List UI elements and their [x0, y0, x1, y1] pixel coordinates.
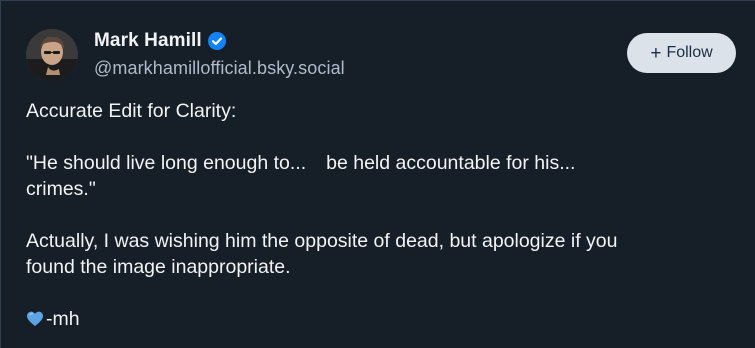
post-line: crimes." — [26, 178, 96, 200]
avatar-photo — [26, 29, 78, 81]
post-text: Accurate Edit for Clarity: "He should li… — [26, 98, 726, 332]
name-row: Mark Hamill — [94, 29, 345, 53]
author-handle[interactable]: @markhamillofficial.bsky.social — [94, 58, 345, 79]
post-line: found the image inappropriate. — [26, 256, 291, 278]
plus-icon: + — [650, 42, 662, 64]
post-line: Actually, I was wishing him the opposite… — [26, 230, 618, 252]
follow-button-label: Follow — [666, 44, 713, 61]
verified-badge-icon[interactable] — [207, 32, 226, 50]
author-info: Mark Hamill @markhamillofficial.bsky.soc… — [94, 29, 345, 79]
follow-button[interactable]: + Follow — [627, 33, 736, 73]
post-line: "He should live long enough to... be held… — [26, 150, 726, 176]
post-card: Mark Hamill @markhamillofficial.bsky.soc… — [0, 0, 755, 348]
post-quote-part: be held accountable for his... — [326, 152, 576, 174]
post-line: Accurate Edit for Clarity: — [26, 100, 237, 122]
signoff-text: -mh — [46, 308, 80, 330]
blue-heart-icon — [26, 309, 44, 327]
display-name[interactable]: Mark Hamill — [94, 30, 202, 52]
signoff-line: -mh — [26, 306, 726, 332]
avatar[interactable] — [26, 29, 78, 81]
post-quote-part: "He should live long enough to... — [26, 152, 307, 174]
